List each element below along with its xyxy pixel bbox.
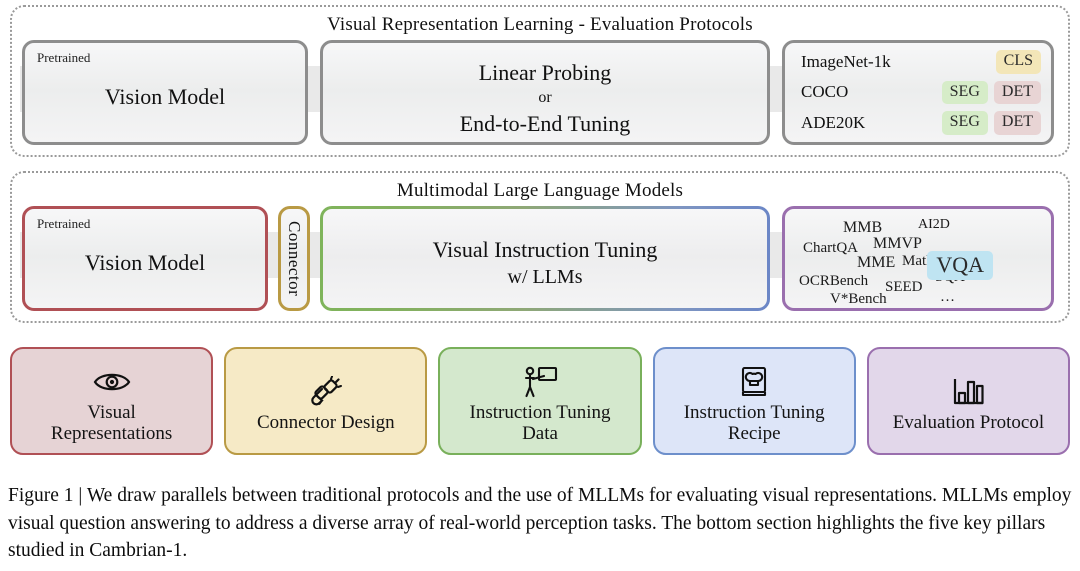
connector-label: Connector: [285, 220, 304, 297]
status-badge-det: DET: [993, 111, 1041, 135]
dataset-tags: CLS: [995, 50, 1041, 74]
vrl-eval-row-list: ImageNet-1k CLS COCO SEG DET ADE20K SEG: [785, 43, 1051, 142]
dataset-tags: SEG DET: [941, 80, 1041, 105]
mllm-vision-model-label: Vision Model: [84, 250, 206, 275]
status-badge-cls: CLS: [995, 50, 1041, 74]
benchmark-label: AI2D: [918, 217, 950, 232]
pillar-label-line2: Recipe: [727, 423, 781, 444]
pillar-card-evaluation-protocol[interactable]: Evaluation Protocol: [866, 347, 1071, 455]
pillar-label-line1: Evaluation Protocol: [892, 412, 1045, 434]
benchmark-label: V*Bench: [830, 291, 887, 307]
mllm-pretrained-tag: Pretrained: [37, 216, 91, 231]
table-row: ImageNet-1k CLS: [801, 47, 1041, 77]
vrl-end-to-end-tuning-label: End-to-End Tuning: [459, 111, 631, 136]
benchmark-label: SEED: [885, 279, 923, 295]
pillar-card-visual-representations[interactable]: Visual Representations: [10, 347, 214, 455]
mllm-pretrained-vision-model-box: Pretrained Vision Model: [22, 206, 268, 311]
eye-icon: [93, 362, 131, 402]
dataset-name: COCO: [801, 82, 849, 102]
pillar-label-line1: Instruction Tuning: [683, 401, 825, 423]
pillar-label-line1: Connector Design: [256, 412, 395, 434]
plug-icon: [308, 372, 344, 412]
table-row: ADE20K SEG DET: [801, 108, 1041, 138]
benchmark-label: ChartQA: [803, 240, 858, 256]
teacher-icon: [522, 362, 558, 402]
benchmark-label: MMVP: [873, 235, 922, 252]
mllm-benchmark-box: MMB AI2D MMVP ChartQA MME MathVista OCRB…: [782, 206, 1054, 311]
section-multimodal-large-language-models: Multimodal Large Language Models Pretrai…: [10, 171, 1070, 323]
dataset-name: ADE20K: [801, 112, 866, 132]
benchmark-label: OCRBench: [799, 273, 869, 289]
bar-chart-icon: [951, 372, 985, 412]
pillar-card-instruction-tuning-data[interactable]: Instruction Tuning Data: [438, 347, 642, 455]
pillar-label-line1: Visual: [87, 401, 136, 423]
benchmark-ellipsis: …: [940, 289, 955, 305]
vrl-or-label: or: [538, 89, 552, 106]
pillar-card-connector-design[interactable]: Connector Design: [224, 347, 428, 455]
cookbook-icon: [739, 362, 769, 402]
status-badge-seg: SEG: [941, 111, 988, 135]
vrl-pretrained-tag: Pretrained: [37, 50, 91, 65]
benchmark-label: MME: [857, 254, 896, 271]
vrl-vision-model-label: Vision Model: [104, 84, 226, 109]
status-badge-det: DET: [993, 80, 1041, 105]
mllm-connector-box: Connector: [278, 206, 310, 311]
mllm-visual-instruction-tuning-label: Visual Instruction Tuning: [432, 237, 658, 262]
dataset-name: ImageNet-1k: [801, 52, 891, 72]
pillar-label: Instruction Tuning Data: [466, 402, 615, 445]
vrl-linear-probing-label: Linear Probing: [478, 60, 612, 85]
section-title-mllm: Multimodal Large Language Models: [396, 180, 684, 201]
benchmark-word-cloud: MMB AI2D MMVP ChartQA MME MathVista OCRB…: [785, 209, 1051, 308]
pillar-label-line2: Data: [522, 423, 558, 444]
dataset-tags: SEG DET: [941, 111, 1041, 135]
mllm-visual-instruction-tuning-box: Visual Instruction Tuning w/ LLMs: [320, 206, 770, 311]
table-row: COCO SEG DET: [801, 77, 1041, 107]
pillar-label-line2: Representations: [50, 423, 173, 444]
figure-container: Visual Representation Learning - Evaluat…: [0, 0, 1080, 571]
section-title-vrl: Visual Representation Learning - Evaluat…: [327, 14, 753, 35]
status-badge-vqa: VQA: [927, 251, 993, 281]
pillar-label: Connector Design: [253, 412, 399, 433]
section-visual-representation-learning: Visual Representation Learning - Evaluat…: [10, 5, 1070, 157]
vrl-training-protocol-box: Linear Probing or End-to-End Tuning: [320, 40, 770, 145]
key-pillars-row: Visual Representations Connector Design: [10, 347, 1071, 455]
pillar-label: Evaluation Protocol: [889, 412, 1048, 433]
vrl-evaluation-datasets-box: ImageNet-1k CLS COCO SEG DET ADE20K SEG: [782, 40, 1054, 145]
figure-caption-text: Figure 1 | We draw parallels between tra…: [8, 485, 1072, 562]
vrl-pretrained-vision-model-box: Pretrained Vision Model: [22, 40, 308, 145]
status-badge-seg: SEG: [941, 80, 988, 105]
pillar-label: Visual Representations: [47, 402, 176, 445]
mllm-with-llms-label: w/ LLMs: [507, 266, 583, 288]
pillar-label: Instruction Tuning Recipe: [680, 402, 829, 445]
pillar-label-line1: Instruction Tuning: [469, 401, 611, 423]
pillar-card-instruction-tuning-recipe[interactable]: Instruction Tuning Recipe: [652, 347, 856, 455]
figure-caption: Figure 1 | We draw parallels between tra…: [8, 482, 1072, 565]
